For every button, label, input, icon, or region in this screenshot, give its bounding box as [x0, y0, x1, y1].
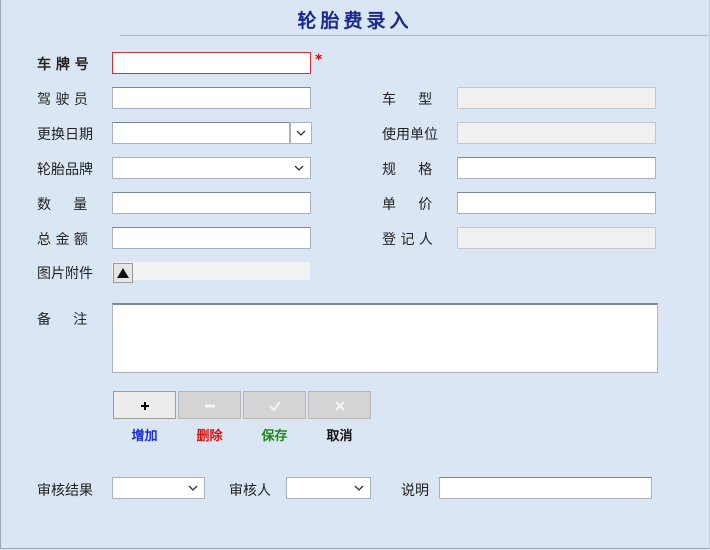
close-icon	[335, 401, 345, 411]
chevron-down-icon	[294, 165, 304, 171]
registrar-input	[457, 227, 656, 249]
remarks-textarea[interactable]	[112, 303, 658, 373]
plate-input[interactable]	[112, 52, 311, 74]
cancel-button-label[interactable]: 取消	[308, 425, 371, 444]
check-icon	[269, 401, 281, 412]
total-label: 总 金 额	[37, 232, 88, 248]
review-result-label: 审核结果	[37, 483, 93, 499]
save-button[interactable]	[243, 391, 306, 419]
review-result-select[interactable]	[112, 477, 205, 499]
unit-label: 使用单位	[382, 127, 438, 143]
change-date-input[interactable]	[112, 122, 290, 144]
chevron-down-icon	[296, 130, 306, 136]
plus-icon	[141, 402, 149, 410]
save-button-label[interactable]: 保存	[243, 425, 306, 444]
attachment-preview	[112, 262, 310, 280]
driver-label: 驾 驶 员	[37, 92, 88, 108]
total-input[interactable]	[112, 227, 311, 249]
brand-label: 轮胎品牌	[37, 162, 93, 178]
upload-arrow-icon	[117, 268, 129, 278]
remarks-label: 备 注	[37, 312, 88, 328]
change-date-label: 更换日期	[37, 127, 93, 143]
reviewer-select[interactable]	[286, 477, 371, 499]
date-picker-button[interactable]	[290, 122, 312, 144]
upload-button[interactable]	[113, 263, 133, 283]
price-label: 单 价	[382, 197, 433, 213]
review-note-input[interactable]	[439, 477, 652, 499]
review-note-label: 说明	[401, 483, 429, 499]
spec-input[interactable]	[457, 157, 656, 179]
minus-icon	[205, 404, 215, 408]
price-input[interactable]	[457, 192, 656, 214]
cancel-button[interactable]	[308, 391, 371, 419]
add-button-label[interactable]: 增加	[113, 425, 176, 444]
driver-input[interactable]	[112, 87, 311, 109]
vehicle-type-label: 车 型	[382, 92, 433, 108]
plate-label: 车 牌 号	[37, 57, 89, 73]
delete-button-label[interactable]: 删除	[178, 425, 241, 444]
spec-label: 规 格	[382, 162, 433, 178]
attachment-label: 图片附件	[37, 266, 93, 282]
vehicle-type-input	[457, 87, 656, 109]
add-button[interactable]	[113, 391, 176, 419]
quantity-label: 数 量	[37, 197, 88, 213]
quantity-input[interactable]	[112, 192, 311, 214]
window-frame	[0, 0, 710, 549]
registrar-label: 登 记 人	[382, 232, 433, 248]
unit-input	[457, 122, 656, 144]
brand-select[interactable]	[112, 157, 311, 179]
reviewer-label: 审核人	[229, 483, 271, 499]
page-title: 轮胎费录入	[297, 10, 413, 32]
title-divider	[120, 35, 708, 36]
chevron-down-icon	[188, 485, 198, 491]
required-mark: *	[315, 52, 323, 68]
chevron-down-icon	[354, 485, 364, 491]
delete-button[interactable]	[178, 391, 241, 419]
